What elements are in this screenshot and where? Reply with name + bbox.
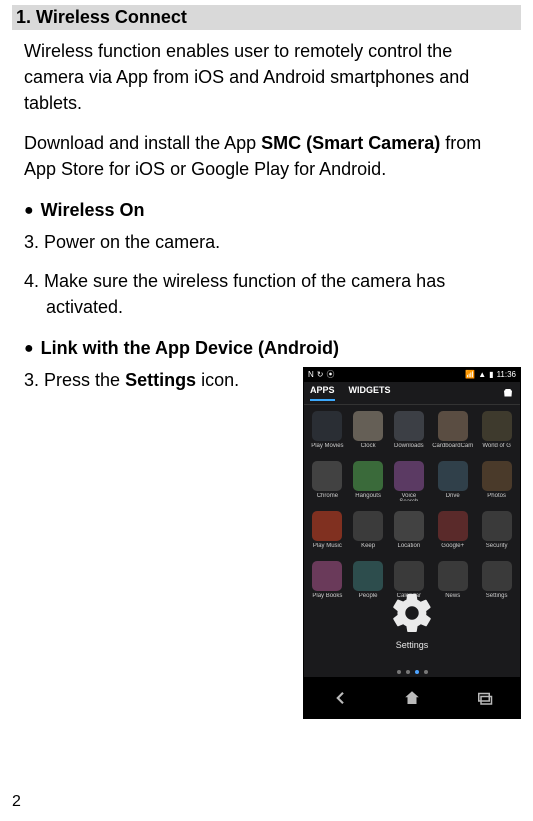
gear-icon	[389, 590, 435, 636]
app-icon[interactable]: Voice Search	[391, 461, 426, 501]
status-bar: N ↻ ⦿ 📶 ▲ ▮ 11:36	[304, 368, 520, 382]
app-icon[interactable]: Play Books	[310, 561, 345, 601]
settings-word: Settings	[125, 370, 196, 390]
intro2-prefix: Download and install the App	[24, 133, 261, 153]
android-screenshot: N ↻ ⦿ 📶 ▲ ▮ 11:36 APPS WIDGETS	[303, 367, 521, 719]
step-4-wireless-activated: 4. Make sure the wireless function of th…	[24, 268, 521, 320]
app-icon[interactable]: Hangouts	[351, 461, 386, 501]
step3b-prefix: 3. Press the	[24, 370, 125, 390]
app-grid: Play MoviesClockDownloadsCardboardCamWor…	[304, 405, 520, 601]
dot	[424, 670, 428, 674]
app-icon[interactable]: Location	[391, 511, 426, 551]
app-icon[interactable]: Photos	[479, 461, 514, 501]
app-icon[interactable]: Security	[479, 511, 514, 551]
page-number: 2	[12, 793, 21, 811]
bluetooth-icon: 📶	[465, 370, 475, 379]
app-name: SMC (Smart Camera)	[261, 133, 440, 153]
step-3-settings-row: 3. Press the Settings icon. N ↻ ⦿ 📶 ▲ ▮ …	[24, 367, 521, 719]
sync-icon: ↻	[317, 370, 324, 379]
app-icon[interactable]: Play Music	[310, 511, 345, 551]
app-icon[interactable]: Settings	[479, 561, 514, 601]
recent-icon[interactable]	[475, 689, 493, 707]
apps-tab-bar: APPS WIDGETS	[304, 382, 520, 405]
app-icon[interactable]: Clock	[351, 411, 386, 451]
app-icon[interactable]: Chrome	[310, 461, 345, 501]
back-icon[interactable]	[331, 689, 349, 707]
shop-icon[interactable]	[502, 387, 514, 399]
page-indicator	[304, 670, 520, 674]
step-3-settings-text: 3. Press the Settings icon.	[24, 367, 303, 393]
app-icon[interactable]: CardboardCam	[432, 411, 473, 451]
app-icon[interactable]: Play Movies	[310, 411, 345, 451]
battery-icon: ▮	[489, 370, 493, 379]
app-icon[interactable]: World of G	[479, 411, 514, 451]
subheading-wireless-on: Wireless On	[24, 200, 521, 221]
status-left-icons: N ↻ ⦿	[308, 369, 334, 380]
settings-icon-highlight[interactable]: Settings	[389, 590, 435, 650]
wifi-icon: ▲	[478, 370, 486, 379]
tab-widgets[interactable]: WIDGETS	[349, 385, 391, 401]
nfc-icon: N	[308, 370, 314, 379]
nav-bar	[304, 677, 520, 718]
step-3-power-on: 3. Power on the camera.	[24, 229, 521, 255]
dot-active	[415, 670, 419, 674]
section-heading: 1. Wireless Connect	[12, 5, 521, 30]
tab-apps[interactable]: APPS	[310, 385, 335, 401]
app-icon[interactable]: Drive	[432, 461, 473, 501]
intro-paragraph-1: Wireless function enables user to remote…	[12, 38, 521, 116]
app-icon[interactable]: Google+	[432, 511, 473, 551]
settings-label: Settings	[389, 640, 435, 650]
app-icon[interactable]: Downloads	[391, 411, 426, 451]
home-icon[interactable]	[403, 689, 421, 707]
app-icon[interactable]: News	[432, 561, 473, 601]
subheading-link-android: Link with the App Device (Android)	[24, 338, 521, 359]
intro-paragraph-2: Download and install the App SMC (Smart …	[12, 130, 521, 182]
status-right-icons: 📶 ▲ ▮ 11:36	[465, 370, 516, 379]
page: 1. Wireless Connect Wireless function en…	[0, 0, 533, 821]
app-icon[interactable]: People	[351, 561, 386, 601]
app-icon[interactable]: Keep	[351, 511, 386, 551]
dot	[406, 670, 410, 674]
location-icon: ⦿	[326, 369, 334, 380]
dot	[397, 670, 401, 674]
step3b-suffix: icon.	[196, 370, 239, 390]
clock-text: 11:36	[497, 370, 516, 379]
